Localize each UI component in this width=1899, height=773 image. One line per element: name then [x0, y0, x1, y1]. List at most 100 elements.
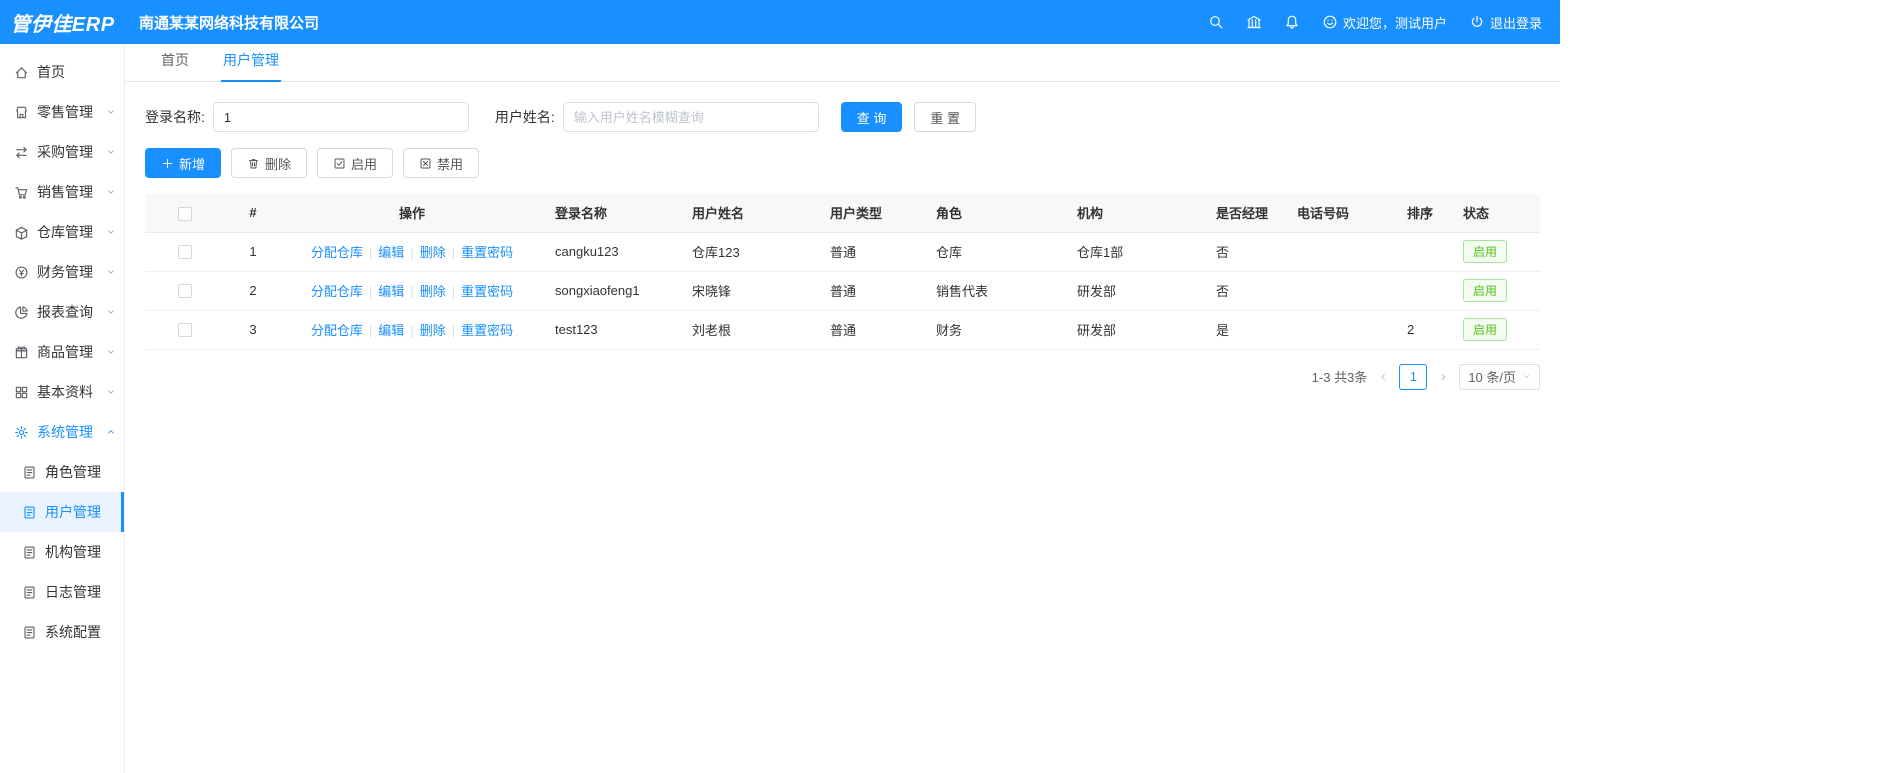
login-name-label: 登录名称:: [145, 109, 205, 125]
enable-button[interactable]: 启用: [317, 148, 394, 178]
doc-icon: [22, 545, 37, 560]
row-checkbox[interactable]: [178, 284, 192, 299]
purchase-icon: [14, 145, 29, 160]
prev-page-button[interactable]: ‹: [1377, 368, 1389, 385]
cell-status: 启用: [1451, 310, 1540, 350]
op-separator: |: [368, 284, 373, 299]
op-reset-password-link[interactable]: 重置密码: [461, 284, 513, 299]
status-badge[interactable]: 启用: [1463, 318, 1508, 341]
sidebar-item-role[interactable]: 角色管理: [0, 452, 124, 492]
col-phone: 电话号码: [1285, 194, 1395, 233]
sidebar-item-label: 日志管理: [45, 584, 101, 600]
col-role: 角色: [924, 194, 1065, 233]
col-status: 状态: [1451, 194, 1540, 233]
sidebar-item-log[interactable]: 日志管理: [0, 572, 124, 612]
home-icon: [14, 65, 29, 80]
sidebar-item-system[interactable]: 系统管理: [0, 412, 124, 452]
sidebar-item-sales[interactable]: 销售管理: [0, 172, 124, 212]
op-delete-link[interactable]: 删除: [420, 284, 446, 299]
sidebar-item-config[interactable]: 系统配置: [0, 612, 124, 652]
bell-icon[interactable]: [1284, 14, 1300, 30]
pagination: 1-3 共3条 ‹ 1 › 10 条/页: [145, 363, 1540, 390]
user-table-body: 1 分配仓库 | 编辑 | 删除 | 重置密码 cangku123 仓库123 普通 仓库 仓库1部否启…: [145, 232, 1540, 350]
doc-icon: [22, 585, 37, 600]
sidebar-item-report[interactable]: 报表查询: [0, 292, 124, 332]
cell-phone: [1285, 232, 1395, 272]
search-button[interactable]: 查 询: [840, 102, 903, 132]
cell-login-name: cangku123: [543, 232, 680, 272]
sidebar-item-label: 机构管理: [45, 544, 101, 560]
cell-index: 1: [225, 232, 281, 272]
col-operations: 操作: [281, 194, 543, 233]
sidebar-item-label: 系统配置: [45, 624, 101, 640]
user-name-input[interactable]: [562, 102, 819, 132]
cell-is-manager: 否: [1204, 232, 1285, 272]
op-delete-link[interactable]: 删除: [420, 245, 446, 260]
chevron-up-icon: [106, 427, 116, 437]
op-edit-link[interactable]: 编辑: [378, 284, 404, 299]
op-separator: |: [368, 323, 373, 338]
row-checkbox[interactable]: [178, 245, 192, 260]
sidebar-item-finance[interactable]: 财务管理: [0, 252, 124, 292]
op-separator: |: [410, 323, 414, 338]
add-button[interactable]: 新增: [145, 148, 222, 178]
chevron-down-icon: [106, 227, 116, 237]
row-checkbox[interactable]: [178, 323, 192, 338]
op-separator: |: [368, 245, 373, 260]
welcome-text: 欢迎您，测试用户: [1342, 15, 1447, 31]
op-reset-password-link[interactable]: 重置密码: [461, 245, 513, 260]
sidebar-item-label: 商品管理: [37, 344, 93, 360]
table-wrap: # 操作 登录名称 用户姓名 用户类型 角色 机构 是否经理 电话号码 排序 状: [145, 194, 1540, 350]
op-assign-warehouse-link[interactable]: 分配仓库: [311, 284, 363, 299]
next-page-button[interactable]: ›: [1437, 368, 1449, 385]
select-all-checkbox[interactable]: [178, 206, 192, 221]
status-badge[interactable]: 启用: [1463, 279, 1508, 302]
login-name-input[interactable]: [212, 102, 469, 132]
disable-button[interactable]: 禁用: [403, 148, 480, 178]
welcome-user[interactable]: 欢迎您，测试用户: [1322, 13, 1447, 32]
search-icon[interactable]: [1208, 14, 1224, 30]
sidebar-item-org[interactable]: 机构管理: [0, 532, 124, 572]
page-size-select[interactable]: 10 条/页: [1459, 363, 1540, 390]
chevron-down-icon: [106, 267, 116, 277]
sidebar-item-purchase[interactable]: 采购管理: [0, 132, 124, 172]
sidebar: 首页 零售管理 采购管理 销售管理 仓库管理财务管理报表查询商品管理基本资料系统管理角色…: [0, 44, 125, 773]
col-login-name: 登录名称: [543, 194, 680, 233]
op-edit-link[interactable]: 编辑: [378, 245, 404, 260]
col-organization: 机构: [1065, 194, 1204, 233]
header-actions: 欢迎您，测试用户 退出登录: [1208, 13, 1560, 32]
sidebar-item-home[interactable]: 首页: [0, 52, 124, 92]
retail-icon: [14, 105, 29, 120]
cell-sort: 2: [1395, 310, 1451, 350]
home-icon[interactable]: [1246, 14, 1262, 30]
op-delete-link[interactable]: 删除: [420, 323, 446, 338]
logout-button[interactable]: 退出登录: [1469, 13, 1542, 32]
sidebar-item-label: 财务管理: [37, 264, 93, 280]
sidebar-item-retail[interactable]: 零售管理: [0, 92, 124, 132]
cell-user-type: 普通: [818, 232, 924, 272]
delete-button[interactable]: 删除: [231, 148, 308, 178]
cell-user-name: 宋晓锋: [680, 271, 818, 311]
op-edit-link[interactable]: 编辑: [378, 323, 404, 338]
sidebar-item-warehouse[interactable]: 仓库管理: [0, 212, 124, 252]
current-page-button[interactable]: 1: [1399, 363, 1428, 390]
tab-user-management[interactable]: 用户管理: [221, 50, 281, 82]
sidebar-item-user[interactable]: 用户管理: [0, 492, 124, 532]
op-separator: |: [410, 284, 414, 299]
sidebar-item-goods[interactable]: 商品管理: [0, 332, 124, 372]
op-assign-warehouse-link[interactable]: 分配仓库: [311, 323, 363, 338]
sidebar-item-basic[interactable]: 基本资料: [0, 372, 124, 412]
tab-home[interactable]: 首页: [159, 50, 191, 82]
app-logo: 管伊佳ERP: [10, 13, 115, 36]
reset-button[interactable]: 重 置: [914, 102, 977, 132]
op-assign-warehouse-link[interactable]: 分配仓库: [311, 245, 363, 260]
sidebar-item-label: 系统管理: [37, 424, 93, 440]
table-head: # 操作 登录名称 用户姓名 用户类型 角色 机构 是否经理 电话号码 排序 状: [145, 194, 1540, 233]
sidebar-item-label: 用户管理: [45, 504, 101, 520]
status-badge[interactable]: 启用: [1463, 240, 1508, 263]
body-row: 首页 零售管理 采购管理 销售管理 仓库管理 财务管理 报表查询 商品管理 基本资料 系统管理 角色…: [0, 44, 1560, 773]
trash-icon: [247, 157, 260, 170]
cell-login-name: songxiaofeng1: [543, 271, 680, 311]
cell-operations: 分配仓库 | 编辑 | 删除 | 重置密码: [281, 310, 543, 350]
op-reset-password-link[interactable]: 重置密码: [461, 323, 513, 338]
